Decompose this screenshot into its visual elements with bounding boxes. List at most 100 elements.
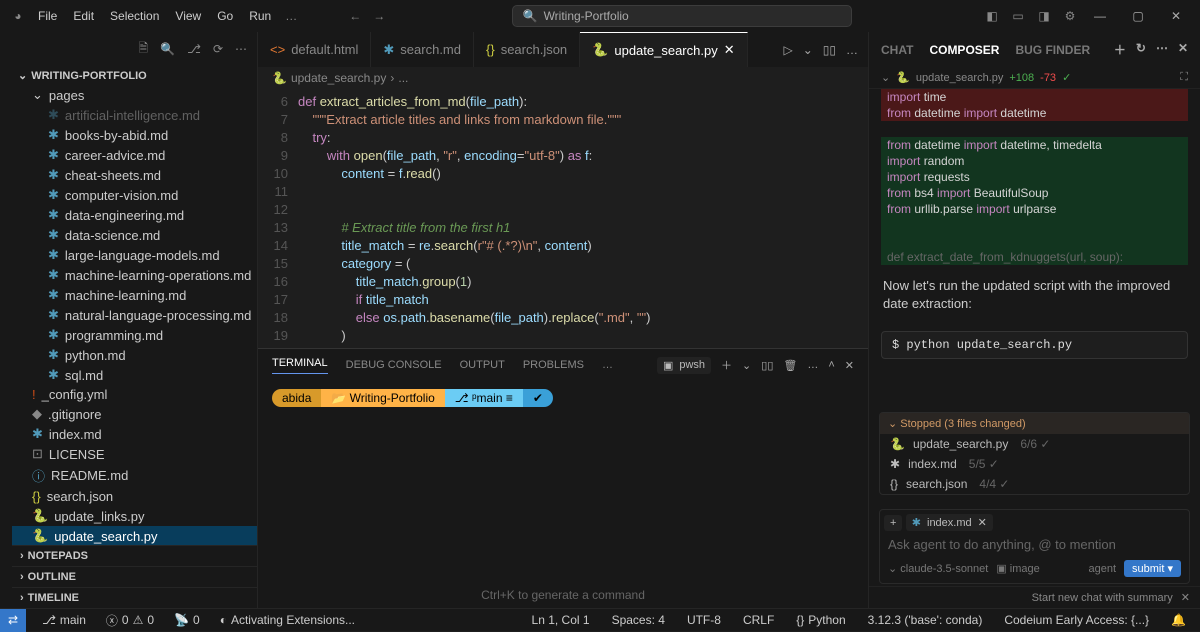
panel-tab-problems[interactable]: PROBLEMS: [523, 359, 584, 371]
expand-icon[interactable]: ⛶: [1180, 71, 1188, 84]
menu-edit[interactable]: Edit: [65, 5, 102, 27]
editor-tab[interactable]: 🐍update_search.py✕: [580, 32, 747, 67]
submit-button[interactable]: submit ▾: [1124, 560, 1181, 577]
context-chip-file[interactable]: ✱ index.md ✕: [906, 514, 993, 531]
more-icon[interactable]: ⋯: [235, 42, 247, 56]
overflow-menu-icon[interactable]: …: [279, 4, 303, 28]
file-item[interactable]: ✱career-advice.md: [12, 145, 257, 165]
file-item[interactable]: ✱cheat-sheets.md: [12, 165, 257, 185]
layout-panel-left-icon[interactable]: ◧: [980, 4, 1004, 28]
file-item[interactable]: ✱natural-language-processing.md: [12, 305, 257, 325]
changed-file-item[interactable]: ✱index.md5/5 ✓: [880, 454, 1189, 474]
split-editor-icon[interactable]: ▯▯: [823, 43, 836, 57]
file-item[interactable]: ✱data-engineering.md: [12, 205, 257, 225]
encoding-status[interactable]: UTF-8: [683, 613, 725, 627]
add-context-button[interactable]: +: [884, 515, 902, 531]
problems-status[interactable]: ⓧ 0 ⚠ 0: [102, 612, 158, 629]
ai-tab-chat[interactable]: CHAT: [881, 43, 913, 57]
remote-indicator[interactable]: ⇄: [0, 609, 26, 632]
code-editor[interactable]: def extract_articles_from_md(file_path):…: [298, 89, 868, 348]
editor-tab[interactable]: ✱search.md: [371, 32, 474, 67]
kill-terminal-icon[interactable]: 🗑: [783, 359, 797, 372]
command-center-search[interactable]: 🔍 Writing-Portfolio: [512, 5, 852, 27]
panel-maximize-icon[interactable]: ˄: [828, 359, 834, 371]
terminal-shell-selector[interactable]: ▣ pwsh: [657, 357, 711, 374]
split-terminal-icon[interactable]: ▯▯: [761, 359, 773, 372]
file-item[interactable]: {}search.json: [12, 487, 257, 506]
workspace-root[interactable]: ⌄ WRITING-PORTFOLIO: [12, 66, 257, 85]
run-dropdown-icon[interactable]: ⌄: [803, 43, 813, 57]
new-terminal-icon[interactable]: ＋: [721, 357, 732, 373]
new-file-icon[interactable]: 🗎: [139, 39, 149, 60]
minimize-button[interactable]: —: [1082, 2, 1118, 30]
refresh-icon[interactable]: ⟳: [213, 42, 223, 56]
search-sidebar-icon[interactable]: 🔍: [160, 42, 175, 56]
editor-tab[interactable]: <>default.html: [258, 32, 371, 67]
file-item[interactable]: ✱books-by-abid.md: [12, 125, 257, 145]
notifications-icon[interactable]: 🔔: [1167, 613, 1190, 627]
panel-tab-terminal[interactable]: TERMINAL: [272, 357, 328, 374]
file-item[interactable]: 🐍update_search.py: [12, 526, 257, 545]
menu-run[interactable]: Run: [241, 5, 279, 27]
history-icon[interactable]: ↻: [1136, 41, 1146, 58]
file-item[interactable]: ✱machine-learning-operations.md: [12, 265, 257, 285]
breadcrumb[interactable]: 🐍 update_search.py › ...: [258, 67, 868, 89]
model-selector[interactable]: ⌄ claude-3.5-sonnet: [888, 562, 988, 575]
source-control-icon[interactable]: ⎇: [187, 42, 201, 56]
terminal-body[interactable]: abida📂 Writing-Portfolio⎇ ᵖmain ≡✔: [258, 381, 868, 588]
file-item[interactable]: ◆.gitignore: [12, 404, 257, 424]
run-icon[interactable]: ▷: [783, 43, 792, 57]
close-window-button[interactable]: ✕: [1158, 2, 1194, 30]
indentation-status[interactable]: Spaces: 4: [608, 613, 669, 627]
diff-file-header[interactable]: ⌄ 🐍 update_search.py +108 -73 ✓ ⛶: [869, 67, 1200, 89]
remove-chip-icon[interactable]: ✕: [978, 516, 987, 529]
ai-tab-bug-finder[interactable]: BUG FINDER: [1015, 43, 1090, 57]
panel-overflow-icon[interactable]: …: [602, 359, 613, 371]
menu-selection[interactable]: Selection: [102, 5, 167, 27]
file-item[interactable]: ✱programming.md: [12, 325, 257, 345]
file-item[interactable]: 🐍update_links.py: [12, 506, 257, 526]
menu-view[interactable]: View: [167, 5, 209, 27]
menu-file[interactable]: File: [30, 5, 65, 27]
section-outline[interactable]: › OUTLINE: [12, 566, 257, 587]
eol-status[interactable]: CRLF: [739, 613, 778, 627]
panel-close-icon[interactable]: ✕: [845, 359, 854, 372]
language-mode[interactable]: {} Python: [792, 613, 849, 627]
codeium-status[interactable]: Codeium Early Access: {...}: [1000, 613, 1153, 627]
file-item[interactable]: !_config.yml: [12, 385, 257, 404]
file-item[interactable]: ✱data-science.md: [12, 225, 257, 245]
file-item[interactable]: ✱sql.md: [12, 365, 257, 385]
git-branch-status[interactable]: ⎇ main: [38, 613, 90, 627]
section-timeline[interactable]: › TIMELINE: [12, 587, 257, 608]
new-chat-summary[interactable]: Start new chat with summary: [1032, 592, 1173, 604]
section-notepads[interactable]: › NOTEPADS: [12, 545, 257, 566]
editor-tab[interactable]: {}search.json: [474, 32, 580, 67]
layout-panel-right-icon[interactable]: ◨: [1032, 4, 1056, 28]
changed-file-item[interactable]: {}search.json4/4 ✓: [880, 474, 1189, 494]
ai-tab-composer[interactable]: COMPOSER: [929, 43, 999, 57]
file-item[interactable]: ✱large-language-models.md: [12, 245, 257, 265]
close-tab-icon[interactable]: ✕: [724, 42, 735, 58]
panel-close-icon[interactable]: ✕: [1178, 41, 1188, 58]
attach-image[interactable]: ▣ image: [996, 562, 1039, 575]
apply-status-header[interactable]: ⌄ Stopped (3 files changed): [880, 413, 1189, 434]
new-chat-icon[interactable]: ＋: [1114, 41, 1126, 58]
panel-more-icon[interactable]: ⋯: [1156, 41, 1168, 58]
ports-status[interactable]: 📡 0: [170, 613, 204, 627]
maximize-button[interactable]: ▢: [1120, 2, 1156, 30]
file-item[interactable]: ⊡LICENSE: [12, 444, 257, 464]
cursor-position[interactable]: Ln 1, Col 1: [528, 613, 594, 627]
panel-more-icon[interactable]: …: [807, 359, 818, 371]
panel-tab-output[interactable]: OUTPUT: [460, 359, 505, 371]
terminal-dropdown-icon[interactable]: ⌄: [742, 359, 751, 372]
python-interpreter[interactable]: 3.12.3 ('base': conda): [864, 613, 987, 627]
mode-selector[interactable]: agent: [1088, 563, 1116, 575]
run-command-block[interactable]: $ python update_search.py: [881, 331, 1188, 359]
nav-back-icon[interactable]: ←: [343, 4, 367, 28]
file-item[interactable]: ⓘREADME.md: [12, 464, 257, 487]
file-item[interactable]: ✱artificial-intelligence.md: [12, 105, 257, 125]
layout-panel-bottom-icon[interactable]: ▭: [1006, 4, 1030, 28]
nav-forward-icon[interactable]: →: [367, 4, 391, 28]
file-item[interactable]: ✱computer-vision.md: [12, 185, 257, 205]
file-item[interactable]: ✱machine-learning.md: [12, 285, 257, 305]
